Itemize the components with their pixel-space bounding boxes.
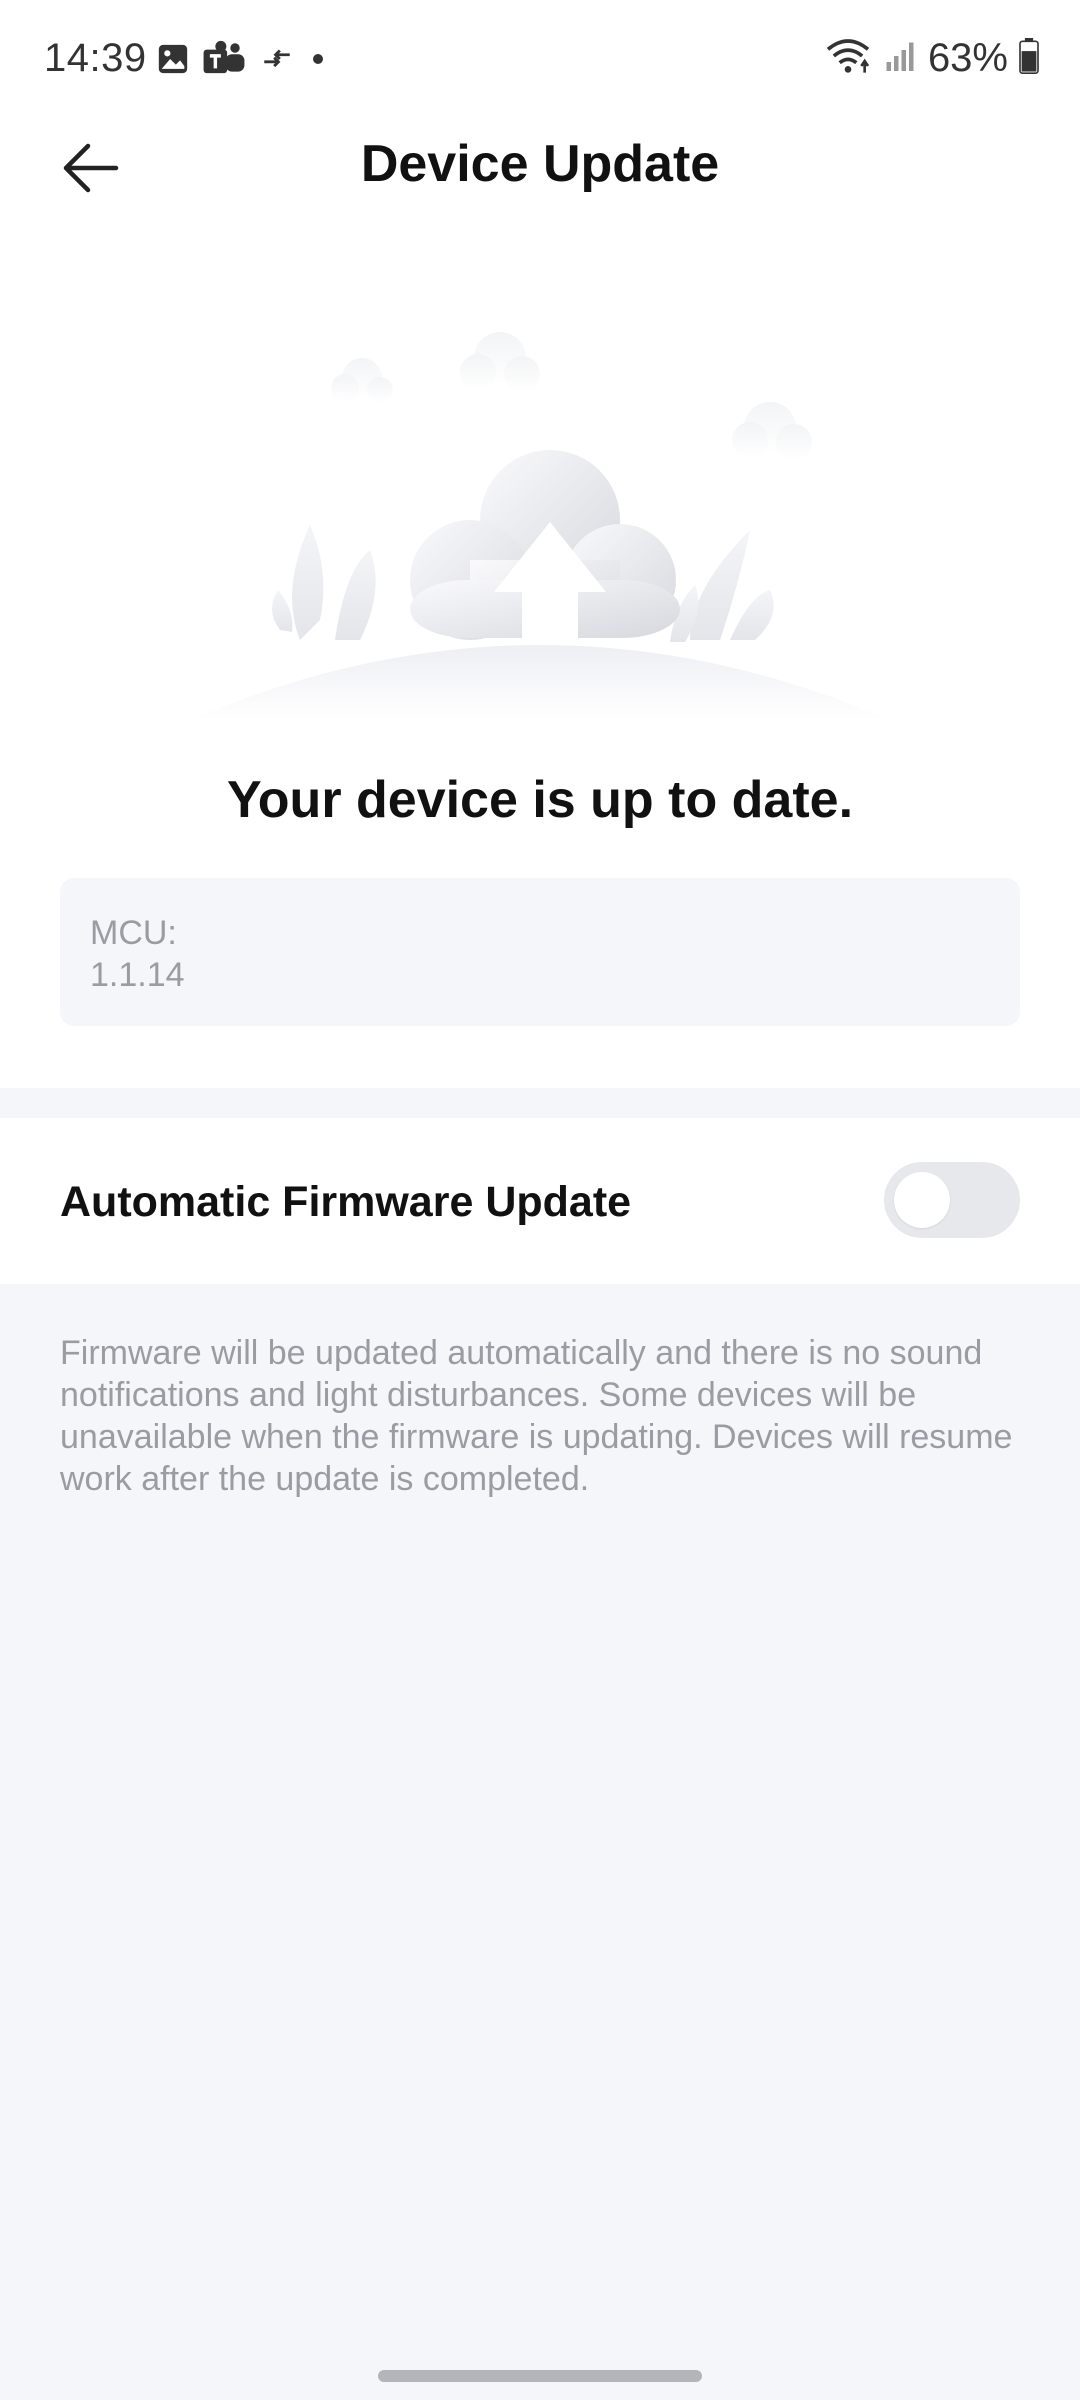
- signal-icon: [882, 38, 918, 79]
- toggle-knob: [894, 1172, 950, 1228]
- auto-update-row: Automatic Firmware Update: [0, 1118, 1080, 1284]
- page-title: Device Update: [360, 135, 720, 193]
- version-value: 1.1.14: [90, 956, 185, 994]
- auto-update-toggle[interactable]: [884, 1162, 1020, 1238]
- status-time: 14:39: [44, 36, 147, 80]
- status-bar: 14:39 63%: [0, 0, 1080, 120]
- auto-update-description: Firmware will be updated automatically a…: [60, 1334, 1013, 1498]
- cloud-upload-illustration: [170, 320, 910, 720]
- home-indicator[interactable]: [378, 2370, 702, 2382]
- firmware-version-card: MCU: 1.1.14: [60, 878, 1020, 1026]
- version-label: MCU:: [90, 914, 177, 952]
- navbar: Device Update: [0, 120, 1080, 220]
- teams-icon: [202, 40, 246, 83]
- auto-update-label: Automatic Firmware Update: [60, 1178, 632, 1226]
- gallery-icon: [156, 42, 190, 81]
- wifi-icon: [824, 36, 872, 81]
- battery-icon: [1018, 38, 1040, 79]
- battery-percentage: 63%: [927, 36, 1008, 80]
- status-icons-left: [156, 40, 328, 83]
- data-transfer-icon: [258, 42, 296, 81]
- dot-icon: [308, 49, 328, 74]
- status-icons-right: 63%: [824, 36, 1040, 81]
- update-status-message: Your device is up to date.: [226, 771, 854, 829]
- top-area: 14:39 63% Device Update Your device is u…: [0, 0, 1080, 1088]
